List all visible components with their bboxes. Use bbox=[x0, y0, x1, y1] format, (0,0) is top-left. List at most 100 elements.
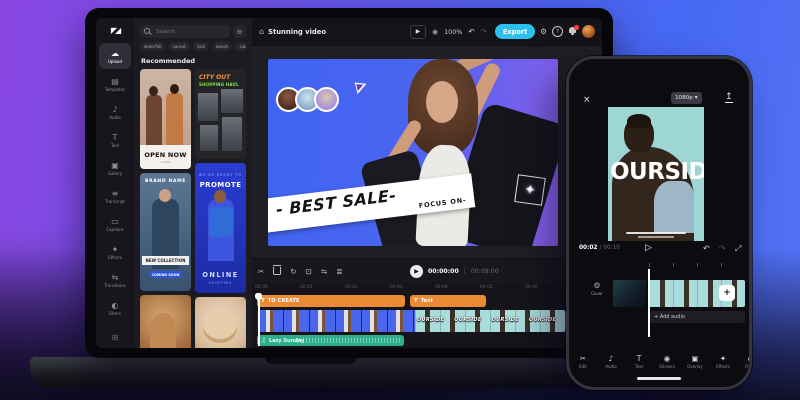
avatar-sticker-3 bbox=[314, 87, 339, 112]
sidebar-item-templates[interactable]: ▤ Templates bbox=[99, 71, 131, 97]
chip-beach[interactable]: beach bbox=[212, 42, 232, 51]
export-icon[interactable]: ↥ bbox=[725, 92, 733, 103]
fullscreen-icon[interactable]: ⤢ bbox=[735, 244, 741, 254]
mobile-preview[interactable]: OURSIDE bbox=[608, 107, 704, 241]
home-indicator[interactable] bbox=[637, 377, 681, 380]
filter-icon: ≡ bbox=[237, 28, 243, 36]
undo-icon[interactable]: ↶ bbox=[468, 27, 474, 36]
effects-star-icon: ✦ bbox=[720, 354, 726, 363]
timeline-play-button[interactable]: ▶ bbox=[410, 265, 423, 278]
sidebar-item-gallery[interactable]: ▣ Gallery bbox=[99, 155, 131, 181]
add-clip-button[interactable]: + bbox=[719, 285, 735, 301]
panel-toggle-icon[interactable]: ⊞ bbox=[112, 333, 119, 342]
sidebar-item-text[interactable]: T Text bbox=[99, 127, 131, 153]
previous-clip-thumbnail[interactable] bbox=[613, 280, 646, 307]
mobile-playback-controls: 00:02 / 00:10 ▷ ↶ ↷ ⤢ bbox=[569, 243, 749, 257]
project-title[interactable]: Stunning video bbox=[268, 28, 326, 36]
video-clip-model[interactable] bbox=[257, 310, 415, 332]
chip-rock[interactable]: rock bbox=[193, 42, 210, 51]
video-track[interactable]: OURSIDE OURSIDE OURSIDE OURSIDE bbox=[257, 310, 566, 332]
sparkle-selection-box[interactable]: ✦ bbox=[514, 174, 546, 206]
template-city-out[interactable]: CITY OUT SHOPPING HAUL bbox=[195, 69, 246, 159]
template-promote[interactable]: WE'RE READY TO PROMOTE ONLINE SHOPPING bbox=[195, 163, 246, 293]
rotate-icon[interactable]: ↻ bbox=[290, 267, 296, 276]
current-time: 00:00:00 bbox=[428, 268, 459, 275]
sidebar-item-audio[interactable]: ♪ Audio bbox=[99, 99, 131, 125]
figure bbox=[209, 207, 233, 237]
model-head bbox=[624, 117, 654, 153]
detach-icon[interactable]: ≣ bbox=[336, 267, 342, 276]
sidebar-item-captions[interactable]: ▭ Captions bbox=[99, 211, 131, 237]
tool-overlay[interactable]: ▣ Overlay bbox=[681, 347, 709, 375]
text-clip-label: Text bbox=[421, 298, 433, 304]
sidebar-item-transcript[interactable]: ≡ Transcript bbox=[99, 183, 131, 209]
settings-gear-icon[interactable]: ⚙ bbox=[540, 27, 547, 36]
search-field[interactable] bbox=[154, 28, 226, 36]
add-audio-button[interactable]: + Add audio bbox=[649, 311, 745, 323]
playhead[interactable] bbox=[258, 294, 260, 346]
sidebar-item-effects[interactable]: ✦ Effects bbox=[99, 239, 131, 265]
photo-tile bbox=[221, 89, 243, 113]
mobile-total-time: / 00:10 bbox=[599, 245, 620, 251]
split-icon[interactable]: ✂ bbox=[258, 267, 264, 276]
record-icon[interactable]: ◉ bbox=[432, 28, 438, 36]
export-button[interactable]: Export bbox=[495, 24, 535, 39]
cover-label: Cover bbox=[591, 291, 603, 296]
avatar-stickers[interactable] bbox=[276, 87, 333, 112]
filter-button[interactable]: ≡ bbox=[233, 25, 246, 38]
cover-button[interactable]: ⚙ Cover bbox=[585, 281, 609, 296]
delete-icon[interactable] bbox=[273, 267, 281, 275]
resolution-dropdown[interactable]: 1080p ▾ bbox=[671, 92, 702, 104]
video-frame-label: OURSIDE bbox=[454, 317, 481, 323]
search-input[interactable] bbox=[140, 25, 230, 38]
sidebar-item-filters[interactable]: ◐ Filters bbox=[99, 295, 131, 321]
figure bbox=[214, 190, 226, 203]
tool-stickers[interactable]: ◉ Stickers bbox=[653, 347, 681, 375]
sidebar-item-upload[interactable]: ☁ Upload bbox=[99, 43, 131, 69]
chip-subscribe[interactable]: subscribe bbox=[235, 42, 246, 51]
zoom-level[interactable]: 100% bbox=[444, 28, 462, 36]
photo-tile bbox=[198, 93, 218, 121]
text-clip-to-create[interactable]: T TO CREATE bbox=[257, 295, 405, 307]
template-open-now[interactable]: OPEN NOW in town bbox=[140, 69, 191, 169]
mobile-play-button[interactable]: ▷ bbox=[645, 243, 652, 253]
template-brand-name[interactable]: BRAND NAME NEW COLLECTION COMING SOON bbox=[140, 173, 191, 291]
video-frame[interactable]: - BEST SALE- FOCUS ON- ✦ bbox=[268, 59, 558, 246]
tool-effects[interactable]: ✦ Effects bbox=[709, 347, 737, 375]
text-clip-text[interactable]: T Text bbox=[410, 295, 486, 307]
audio-clip[interactable]: ♫ Lazy Sunday bbox=[257, 335, 404, 346]
tool-label: Overlay bbox=[687, 364, 703, 369]
ruler-tick: 00:04 bbox=[435, 285, 448, 290]
template-photo-warm[interactable] bbox=[140, 295, 191, 348]
chip-sunset[interactable]: sunset bbox=[168, 42, 189, 51]
help-icon[interactable]: ? bbox=[552, 26, 563, 37]
gallery-icon: ▣ bbox=[111, 161, 119, 170]
sidebar-item-transitions[interactable]: ⇆ Transitions bbox=[99, 267, 131, 293]
chip-waterfall[interactable]: waterfall bbox=[140, 42, 165, 51]
notifications-bell-icon[interactable] bbox=[568, 27, 577, 36]
preview-caption bbox=[626, 232, 686, 234]
ruler-tick: 00:01 bbox=[300, 285, 313, 290]
crop-icon[interactable]: ⊡ bbox=[306, 267, 312, 276]
mirror-icon[interactable]: ⇋ bbox=[321, 267, 327, 276]
tool-audio[interactable]: ♪ Audio bbox=[597, 347, 625, 375]
redo-icon[interactable]: ↷ bbox=[481, 27, 487, 36]
timeline-ruler[interactable]: 00:00 00:01 00:02 00:03 00:04 00:05 00:0… bbox=[252, 283, 602, 294]
template-photo-cream[interactable] bbox=[195, 297, 246, 348]
user-avatar[interactable] bbox=[582, 25, 595, 38]
mobile-playhead[interactable] bbox=[648, 269, 650, 337]
video-clip-frames: OURSIDE OURSIDE OURSIDE OURSIDE bbox=[417, 317, 556, 323]
mobile-undo-icon[interactable]: ↶ bbox=[703, 244, 710, 253]
video-frame-label: OURSIDE bbox=[529, 317, 556, 323]
preview-play-button[interactable]: ▶ bbox=[410, 25, 426, 39]
mobile-redo-icon[interactable]: ↷ bbox=[719, 244, 726, 253]
video-clip-ourside[interactable]: OURSIDE OURSIDE OURSIDE OURSIDE bbox=[415, 310, 566, 332]
capcut-logo-icon: ◤◢ bbox=[111, 18, 119, 42]
close-icon[interactable]: × bbox=[583, 95, 591, 105]
template-subtitle-2: SHOPPING bbox=[195, 281, 246, 285]
tool-edit[interactable]: ✂ Edit bbox=[569, 347, 597, 375]
tool-filters[interactable]: ◐ Filters bbox=[737, 347, 752, 375]
sidebar-rail: ◤◢ ☁ Upload ▤ Templates ♪ Audio T Text bbox=[96, 18, 134, 348]
home-icon[interactable]: ⌂ bbox=[259, 27, 264, 36]
tool-text[interactable]: T Text bbox=[625, 347, 653, 375]
